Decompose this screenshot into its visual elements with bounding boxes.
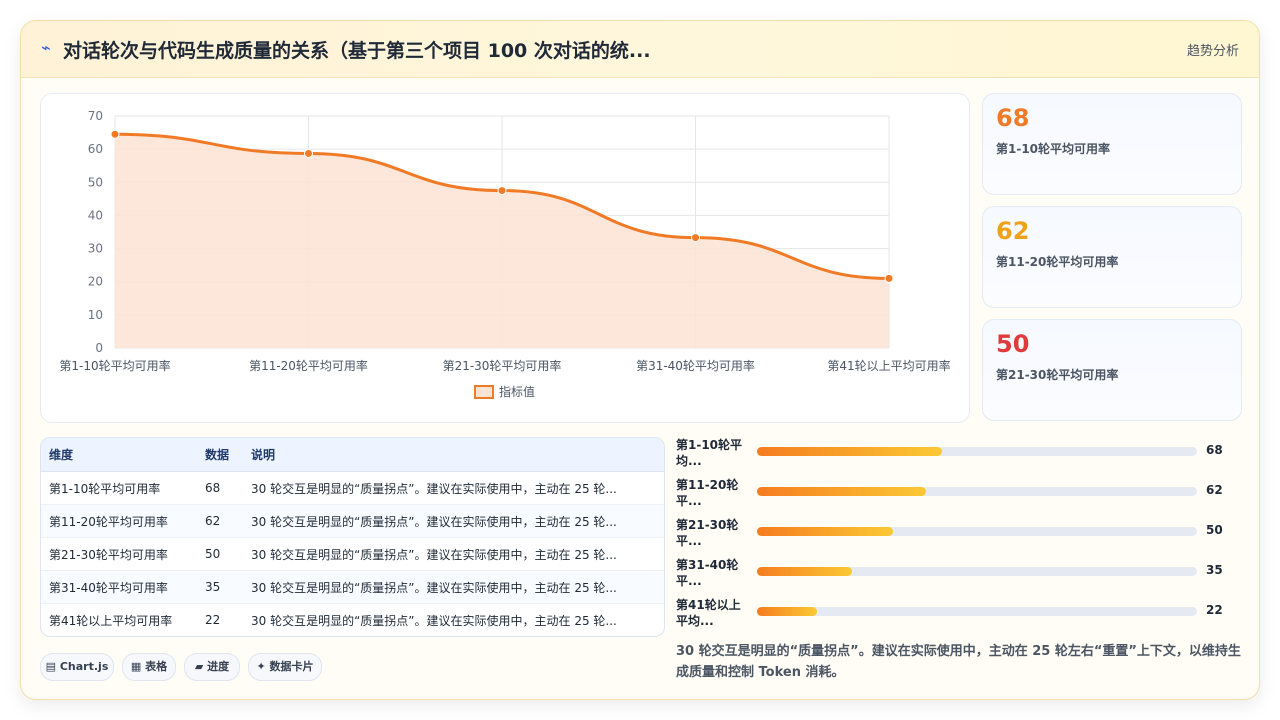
table-icon: ▦ [130,660,146,673]
chip-2[interactable]: ▦ 表格 [122,653,176,681]
y-tick-label: 10 [88,308,103,322]
progress-row: 第41轮以上 平均... 22 [676,595,1246,635]
y-tick-label: 70 [88,109,103,123]
table-cell: 30 轮交互是明显的“质量拐点”。建议在实际使用中，主动在 25 轮... [243,570,664,604]
table-row[interactable]: 第31-40轮平均可用率 35 30 轮交互是明显的“质量拐点”。建议在实际使用中，… [41,570,664,604]
table-header-cell: 维度 [41,438,197,472]
progress-value: 35 [1206,563,1223,577]
progress-track [757,567,1197,576]
chip-3[interactable]: ▰ 进度 [184,653,240,681]
kpi-label: 第11-20轮平均可用率 [996,255,1119,269]
table-header-cell: 说明 [243,438,664,472]
table-header-row: 维度 数据 说明 [41,438,664,472]
summary-note: 30 轮交互是明显的“质量拐点”。建议在实际使用中，主动在 25 轮左右“重置”… [676,644,1241,680]
table-header-cell: 数据 [197,438,243,472]
chip-4[interactable]: ✦ 数据卡片 [248,653,322,681]
table-row[interactable]: 第1-10轮平均可用率 68 30 轮交互是明显的“质量拐点”。建议在实际使用中，主… [41,471,664,505]
y-tick-label: 40 [88,208,103,222]
progress-row: 第11-20轮 平... 62 [676,475,1246,515]
progress-label: 第31-40轮 平... [676,558,739,588]
table-row[interactable]: 第11-20轮平均可用率 62 30 轮交互是明显的“质量拐点”。建议在实际使用中，… [41,504,664,538]
table-cell: 35 [197,570,243,604]
trend-analysis-link[interactable]: 趋势分析 [1187,40,1239,59]
progress-track [757,487,1197,496]
progress-label: 第41轮以上 平均... [676,598,741,628]
line-chart: 0 10 20 30 40 50 60 70 第1-10轮平均可用率 第11-20轮平均可用率 第2… [59,109,951,399]
progress-row: 第31-40轮 平... 35 [676,555,1246,595]
kpi-label: 第1-10轮平均可用率 [996,142,1111,156]
y-tick-label: 50 [88,175,103,189]
table-cell: 22 [205,613,221,627]
table-cell: 30 轮交互是明显的“质量拐点”。建议在实际使用中，主动在 25 轮... [243,537,664,571]
progress-fill [757,447,942,456]
data-point[interactable] [304,148,313,158]
x-tick-label: 第11-20轮平均可用率 [249,358,368,373]
chip-1[interactable]: ▤ Chart.js [40,653,114,681]
x-tick-label: 第41轮以上平均可用率 [827,358,950,373]
header: ⌁ 对话轮次与代码生成质量的关系（基于第三个项目 100 次对话的统... 趋势… [21,21,1259,78]
table-cell: 第11-20轮平均可用率 [41,504,197,538]
kpi-card: 62 第11-20轮平均可用率 [982,206,1242,308]
progress-row: 第1-10轮平 均... 68 [676,435,1246,475]
progress-label: 第11-20轮 平... [676,478,739,508]
data-point[interactable] [497,186,507,196]
chip-label: 进度 [207,660,230,673]
card-icon: ✦ [256,660,270,673]
progress-label: 第21-30轮 平... [676,518,739,548]
progress-value: 62 [1206,483,1223,497]
wave-icon: ⌁ [41,38,51,57]
chip-label: 数据卡片 [269,660,314,673]
progress-icon: ▰ [194,660,208,673]
table-cell: 第1-10轮平均可用率 [41,471,197,505]
legend-label[interactable]: 指标值 [499,384,535,399]
table-row[interactable]: 第21-30轮平均可用率 50 30 轮交互是明显的“质量拐点”。建议在实际使用中，… [41,537,664,571]
kpi-card: 50 第21-30轮平均可用率 [982,319,1242,421]
y-tick-label: 30 [88,242,103,256]
x-tick-label: 第31-40轮平均可用率 [636,358,755,373]
legend-swatch [474,385,494,399]
data-point[interactable] [110,129,120,139]
x-tick-label: 第1-10轮平均可用率 [59,358,170,373]
kpi-value: 68 [996,104,1030,132]
table-cell: 62 [197,504,243,538]
table-cell: 第21-30轮平均可用率 [41,537,197,571]
table-cell: 68 [197,471,243,505]
data-point[interactable] [884,273,894,283]
table-cell: 30 轮交互是明显的“质量拐点”。建议在实际使用中，主动在 25 轮... [251,613,617,628]
data-table: 维度 数据 说明 第1-10轮平均可用率 68 30 轮交互是明显的“质量拐点”。建… [40,437,665,637]
dashboard-card: ⌁ 对话轮次与代码生成质量的关系（基于第三个项目 100 次对话的统... 趋势… [20,20,1260,700]
data-point[interactable] [691,233,700,243]
chip-label: 表格 [145,660,168,673]
page-title: 对话轮次与代码生成质量的关系（基于第三个项目 100 次对话的统... [63,40,651,62]
table-cell: 30 轮交互是明显的“质量拐点”。建议在实际使用中，主动在 25 轮... [243,504,664,538]
table-row[interactable]: 第41轮以上平均可用率 22 30 轮交互是明显的“质量拐点”。建议在实际使用中，主… [41,604,664,637]
progress-track [757,447,1197,456]
chart-icon: ▤ [45,660,60,673]
line-chart-panel: 0 10 20 30 40 50 60 70 第1-10轮平均可用率 第11-20轮平均可用率 第2… [40,93,970,423]
progress-label: 第1-10轮平 均... [676,438,743,468]
progress-track [757,527,1197,536]
progress-fill [757,487,927,496]
progress-value: 68 [1206,443,1223,457]
table-cell: 第31-40轮平均可用率 [41,570,197,604]
table-cell: 第41轮以上平均可用率 [49,613,173,628]
kpi-card: 68 第1-10轮平均可用率 [982,93,1242,195]
kpi-label: 第21-30轮平均可用率 [996,368,1119,382]
y-tick-label: 20 [88,275,103,289]
table-cell: 30 轮交互是明显的“质量拐点”。建议在实际使用中，主动在 25 轮... [243,471,664,505]
progress-value: 22 [1206,603,1223,617]
kpi-value: 50 [996,330,1030,358]
x-tick-label: 第21-30轮平均可用率 [443,358,562,373]
progress-value: 50 [1206,523,1223,537]
kpi-value: 62 [996,217,1030,245]
chip-label: Chart.js [59,660,109,673]
progress-fill [757,567,853,576]
progress-fill [757,527,894,536]
y-tick-label: 60 [88,142,103,156]
table-cell: 50 [197,537,243,571]
progress-track [757,607,1197,616]
progress-fill [757,607,818,616]
y-tick-label: 0 [95,341,103,355]
progress-row: 第21-30轮 平... 50 [676,515,1246,555]
